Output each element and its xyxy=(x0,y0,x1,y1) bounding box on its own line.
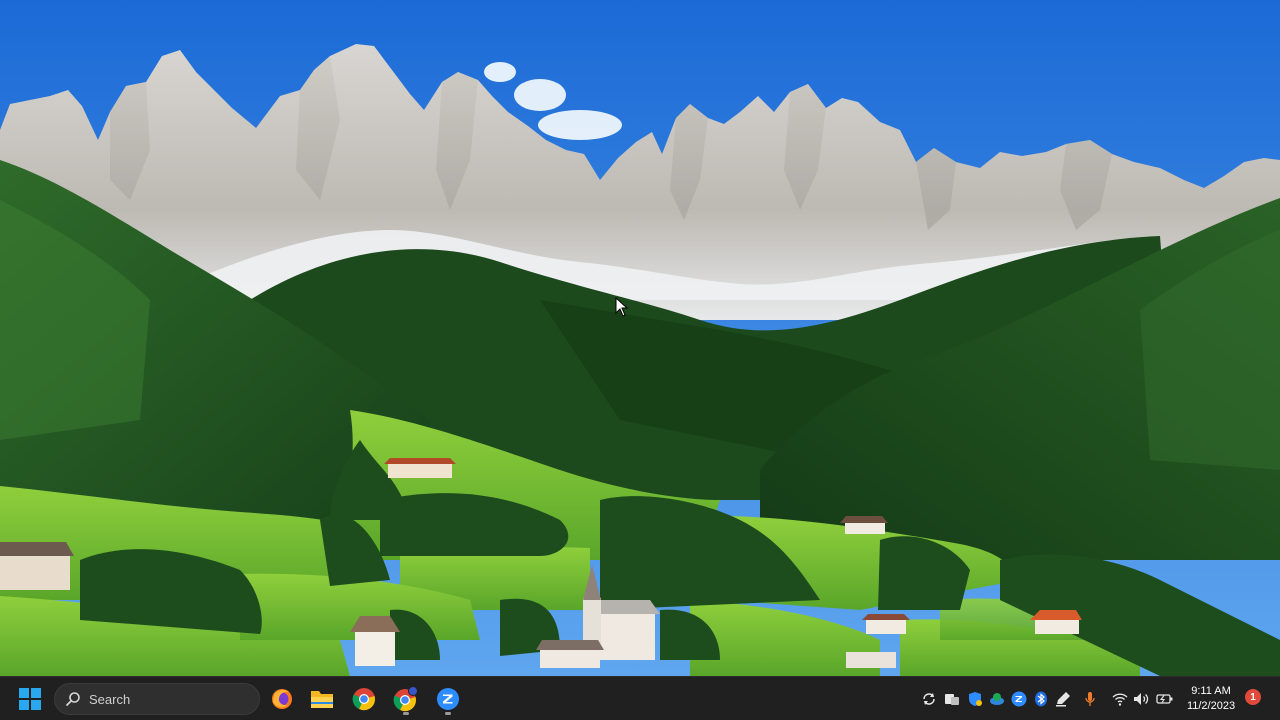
sync-icon xyxy=(923,693,935,705)
clock-date: 11/2/2023 xyxy=(1186,700,1236,712)
volume-icon xyxy=(1134,693,1149,705)
battery-icon xyxy=(1156,694,1173,704)
taskbar-search-box[interactable]: Search xyxy=(54,683,260,715)
taskbar-app-firefox[interactable] xyxy=(266,683,298,715)
defender-icon xyxy=(969,692,982,706)
tray-edit-icon[interactable] xyxy=(1054,690,1072,708)
edit-icon xyxy=(1056,692,1070,707)
running-indicator xyxy=(403,712,409,715)
tray-microphone-icon[interactable] xyxy=(1081,690,1099,708)
desktop-wallpaper[interactable] xyxy=(0,0,1280,676)
search-label: Search xyxy=(89,691,131,707)
taskbar-clock[interactable]: 9:11 AM 11/2/2023 xyxy=(1178,684,1244,714)
copilot-icon xyxy=(945,694,959,705)
mouse-cursor-icon xyxy=(615,297,629,317)
taskbar-app-zoom[interactable] xyxy=(432,683,464,715)
zoom-tray-icon xyxy=(1011,691,1027,707)
chrome-icon xyxy=(352,688,375,711)
taskbar-app-file-explorer[interactable] xyxy=(306,683,338,715)
windows-logo-icon xyxy=(19,688,41,710)
tray-wifi-icon[interactable] xyxy=(1111,690,1129,708)
search-icon xyxy=(66,692,80,706)
taskbar-app-chrome-profile[interactable] xyxy=(390,683,422,715)
tray-sync-icon[interactable] xyxy=(920,690,938,708)
tray-copilot-icon[interactable] xyxy=(943,690,961,708)
zoom-icon xyxy=(437,688,459,710)
taskbar-app-chrome[interactable] xyxy=(348,683,380,715)
tray-onedrive-icon[interactable] xyxy=(988,690,1006,708)
tray-zoom-icon[interactable] xyxy=(1010,690,1028,708)
microphone-icon xyxy=(1085,692,1095,706)
taskbar: Search 9:11 AM 11/2/2023 xyxy=(0,676,1280,720)
tray-defender-icon[interactable] xyxy=(966,690,984,708)
onedrive-icon xyxy=(990,693,1004,705)
wifi-icon xyxy=(1112,693,1128,706)
bluetooth-icon xyxy=(1035,691,1047,707)
wallpaper-landscape xyxy=(0,0,1280,676)
chrome-profile-icon xyxy=(393,686,418,712)
tray-volume-icon[interactable] xyxy=(1133,690,1151,708)
file-explorer-icon xyxy=(311,691,333,708)
notification-badge[interactable]: 1 xyxy=(1245,689,1261,705)
start-button[interactable] xyxy=(14,683,46,715)
running-indicator xyxy=(445,712,451,715)
clock-time: 9:11 AM xyxy=(1191,685,1231,697)
tray-battery-icon[interactable] xyxy=(1156,690,1174,708)
firefox-icon xyxy=(272,689,292,709)
tray-bluetooth-icon[interactable] xyxy=(1032,690,1050,708)
